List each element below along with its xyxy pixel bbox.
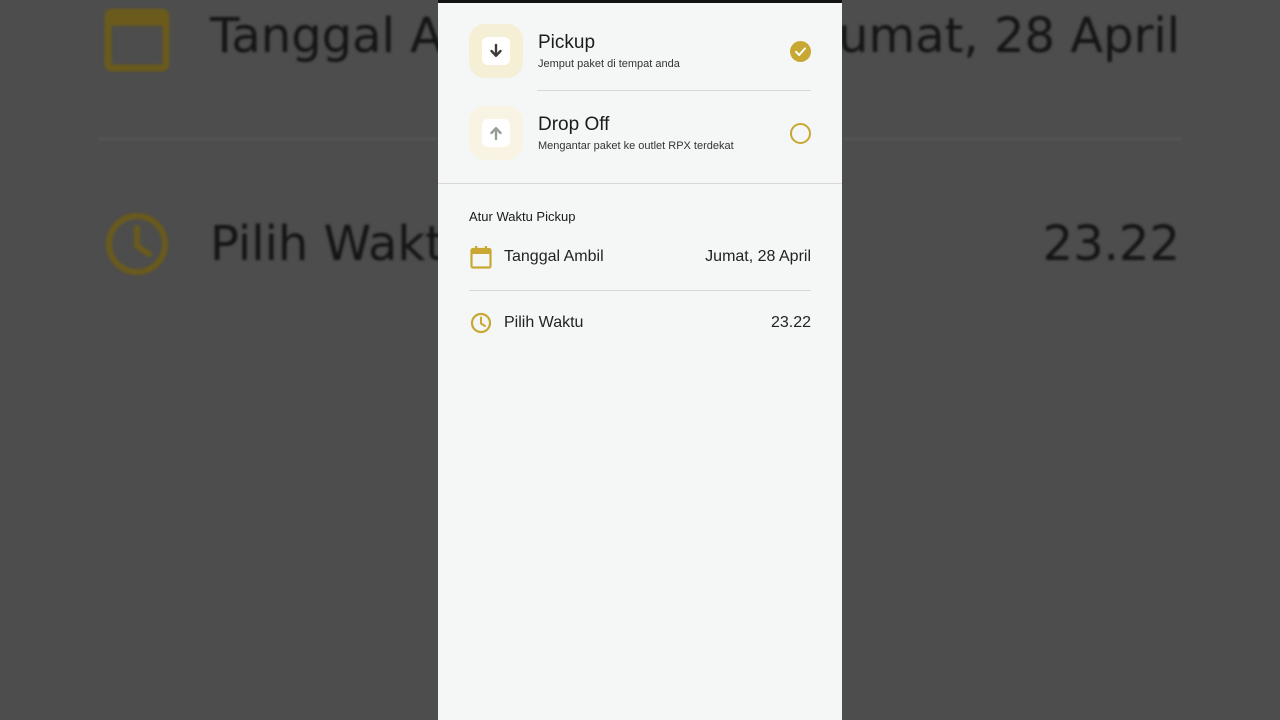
calendar-icon xyxy=(104,8,170,72)
section-title: Atur Waktu Pickup xyxy=(469,209,576,224)
drop-off-icon-container xyxy=(469,106,523,160)
bg-date-label: Tanggal A xyxy=(210,8,443,64)
bg-time-value: 23.22 xyxy=(1042,216,1180,272)
radio-unchecked-icon[interactable] xyxy=(790,122,811,144)
pickup-time-value: 23.22 xyxy=(770,314,811,331)
radio-checked-icon[interactable] xyxy=(790,40,811,62)
option-pickup[interactable]: Pickup Jemput paket di tempat anda xyxy=(469,23,811,79)
bg-time-label: Pilih Waktu xyxy=(210,216,475,272)
info-divider xyxy=(469,290,811,291)
arrow-down-icon xyxy=(490,43,502,57)
pickup-time-label: Pilih Waktu xyxy=(504,314,584,331)
arrow-up-icon xyxy=(490,126,502,141)
option-subtitle: Jemput paket di tempat anda xyxy=(538,58,680,70)
clock-icon xyxy=(470,312,492,334)
pickup-date-row[interactable]: Tanggal Ambil Jumat, 28 April xyxy=(469,243,811,271)
pickup-icon-container xyxy=(469,24,523,78)
calendar-icon xyxy=(470,246,492,269)
option-divider xyxy=(537,90,811,91)
pickup-time-row[interactable]: Pilih Waktu 23.22 xyxy=(469,309,811,337)
option-title: Drop Off xyxy=(538,114,610,135)
section-divider xyxy=(438,183,842,184)
option-title: Pickup xyxy=(538,32,596,53)
phone-screen: Pickup Jemput paket di tempat anda Drop … xyxy=(438,0,842,720)
clock-icon xyxy=(106,213,168,275)
bg-date-value: umat, 28 April xyxy=(838,8,1180,64)
option-drop-off[interactable]: Drop Off Mengantar paket ke outlet RPX t… xyxy=(469,105,811,161)
pickup-date-value: Jumat, 28 April xyxy=(705,248,811,265)
pickup-date-label: Tanggal Ambil xyxy=(504,248,604,265)
option-subtitle: Mengantar paket ke outlet RPX terdekat xyxy=(538,140,734,152)
